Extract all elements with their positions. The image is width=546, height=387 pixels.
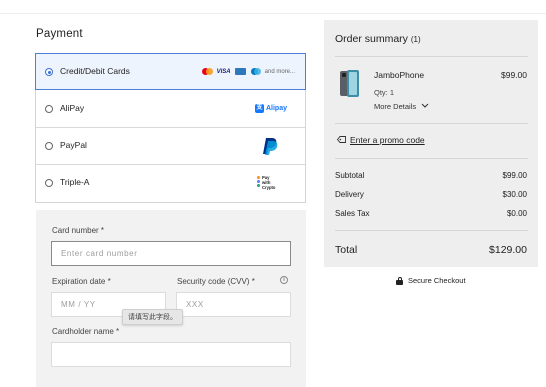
crypto-logo-icon: Pay with Crypto: [257, 174, 279, 194]
validation-tooltip: 请填写此字段。: [122, 309, 183, 325]
payment-method-triple-a[interactable]: Triple-A Pay with Crypto: [36, 165, 305, 202]
subtotal-label: Subtotal: [335, 171, 365, 180]
subtotal-value: $99.00: [502, 171, 527, 180]
chevron-down-icon: [421, 103, 429, 108]
radio-credit-card[interactable]: [45, 68, 53, 76]
product-price: $99.00: [501, 70, 527, 80]
card-logos: VISA and more...: [201, 68, 295, 75]
mastercard-icon: [201, 68, 213, 75]
divider: [335, 56, 528, 57]
product-name: JamboPhone: [374, 70, 425, 80]
secure-checkout-label: Secure Checkout: [408, 276, 466, 285]
cardholder-input[interactable]: [51, 342, 291, 367]
top-divider: [0, 13, 546, 14]
more-cards-text: and more...: [264, 68, 295, 75]
method-label: Credit/Debit Cards: [60, 66, 130, 76]
divider: [335, 230, 528, 231]
method-label: AliPay: [60, 103, 85, 113]
delivery-value: $30.00: [502, 190, 527, 199]
sales-tax-value: $0.00: [506, 209, 527, 218]
payment-method-paypal[interactable]: PayPal: [36, 128, 305, 165]
product-image: [340, 70, 359, 97]
divider: [335, 158, 528, 159]
cvv-label: Security code (CVV) *: [177, 277, 255, 286]
total-label: Total: [335, 244, 358, 256]
tag-icon: [337, 136, 346, 143]
method-label: Triple-A: [60, 177, 90, 187]
payment-method-credit-card[interactable]: Credit/Debit Cards VISA and more...: [35, 53, 306, 90]
card-number-label: Card number *: [52, 226, 105, 235]
secure-checkout: Secure Checkout: [396, 276, 466, 285]
item-count: (1): [410, 35, 421, 44]
cvv-input[interactable]: XXX: [176, 292, 291, 317]
method-label: PayPal: [60, 140, 87, 150]
order-summary-panel: Order summary (1) JamboPhone $99.00 Qty:…: [324, 20, 538, 267]
radio-alipay[interactable]: [45, 105, 53, 113]
cardholder-label: Cardholder name *: [52, 327, 120, 336]
sales-tax-label: Sales Tax: [335, 209, 370, 218]
lock-icon: [396, 276, 403, 285]
more-details-label: More Details: [374, 102, 417, 111]
delivery-label: Delivery: [335, 190, 364, 199]
card-number-input[interactable]: Enter card number: [51, 241, 291, 266]
info-icon[interactable]: i: [280, 276, 288, 284]
radio-paypal[interactable]: [45, 142, 53, 150]
order-summary-title: Order summary (1): [335, 33, 421, 45]
radio-triple-a[interactable]: [45, 179, 53, 187]
payment-method-alipay[interactable]: AliPay 支 Alipay: [36, 91, 305, 128]
visa-icon: VISA: [216, 68, 231, 75]
total-value: $129.00: [489, 244, 527, 256]
amex-icon: [234, 68, 246, 75]
alipay-logo-icon: 支 Alipay: [254, 104, 287, 113]
payment-method-list: Credit/Debit Cards VISA and more... AliP…: [35, 53, 306, 203]
product-qty: Qty: 1: [374, 88, 395, 97]
paypal-logo-icon: [263, 138, 278, 155]
diners-icon: [250, 68, 261, 75]
more-details-toggle[interactable]: More Details: [374, 102, 429, 111]
divider: [335, 123, 528, 124]
expiration-label: Expiration date *: [52, 277, 111, 286]
payment-title: Payment: [36, 28, 83, 40]
promo-code-link[interactable]: Enter a promo code: [350, 135, 425, 145]
